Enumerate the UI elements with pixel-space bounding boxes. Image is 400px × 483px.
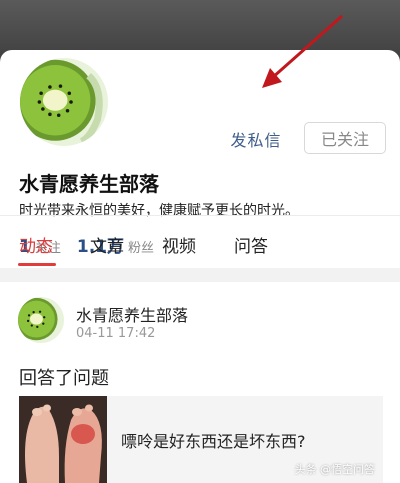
watermark: 头条 @悟空问答 (294, 463, 376, 476)
tab-videos[interactable]: 视频 (162, 232, 196, 257)
question-thumbnail (19, 396, 107, 483)
followed-button[interactable]: 已关注 (304, 122, 386, 154)
profile-page: 发私信 已关注 水青愿养生部落 时光带来永恒的美好，健康赋予更长的时光。 1 关… (0, 0, 400, 483)
section-separator (0, 268, 400, 282)
tab-articles[interactable]: 文章 (90, 232, 124, 257)
question-card[interactable]: 嘌呤是好东西还是坏东西? 头条 @悟空问答 (19, 396, 383, 483)
kiwi-avatar-image (18, 297, 64, 343)
feet-image (19, 396, 107, 483)
tab-updates[interactable]: 动态 (19, 232, 53, 257)
post-author-name[interactable]: 水青愿养生部落 (76, 302, 188, 326)
post-action-text: 回答了问题 (19, 368, 109, 389)
question-title[interactable]: 嘌呤是好东西还是坏东西? (121, 428, 306, 452)
post-timestamp: 04-11 17:42 (76, 326, 156, 341)
post-author-avatar[interactable] (18, 297, 64, 343)
profile-name: 水青愿养生部落 (19, 172, 159, 196)
profile-avatar[interactable] (20, 58, 108, 146)
tab-bar: 动态 文章 视频 问答 (0, 216, 400, 268)
tab-qa[interactable]: 问答 (234, 232, 268, 257)
red-arrow-annotation (262, 14, 343, 88)
kiwi-avatar-image (20, 58, 108, 146)
active-tab-indicator (18, 263, 56, 266)
send-message-button[interactable]: 发私信 (222, 124, 290, 154)
